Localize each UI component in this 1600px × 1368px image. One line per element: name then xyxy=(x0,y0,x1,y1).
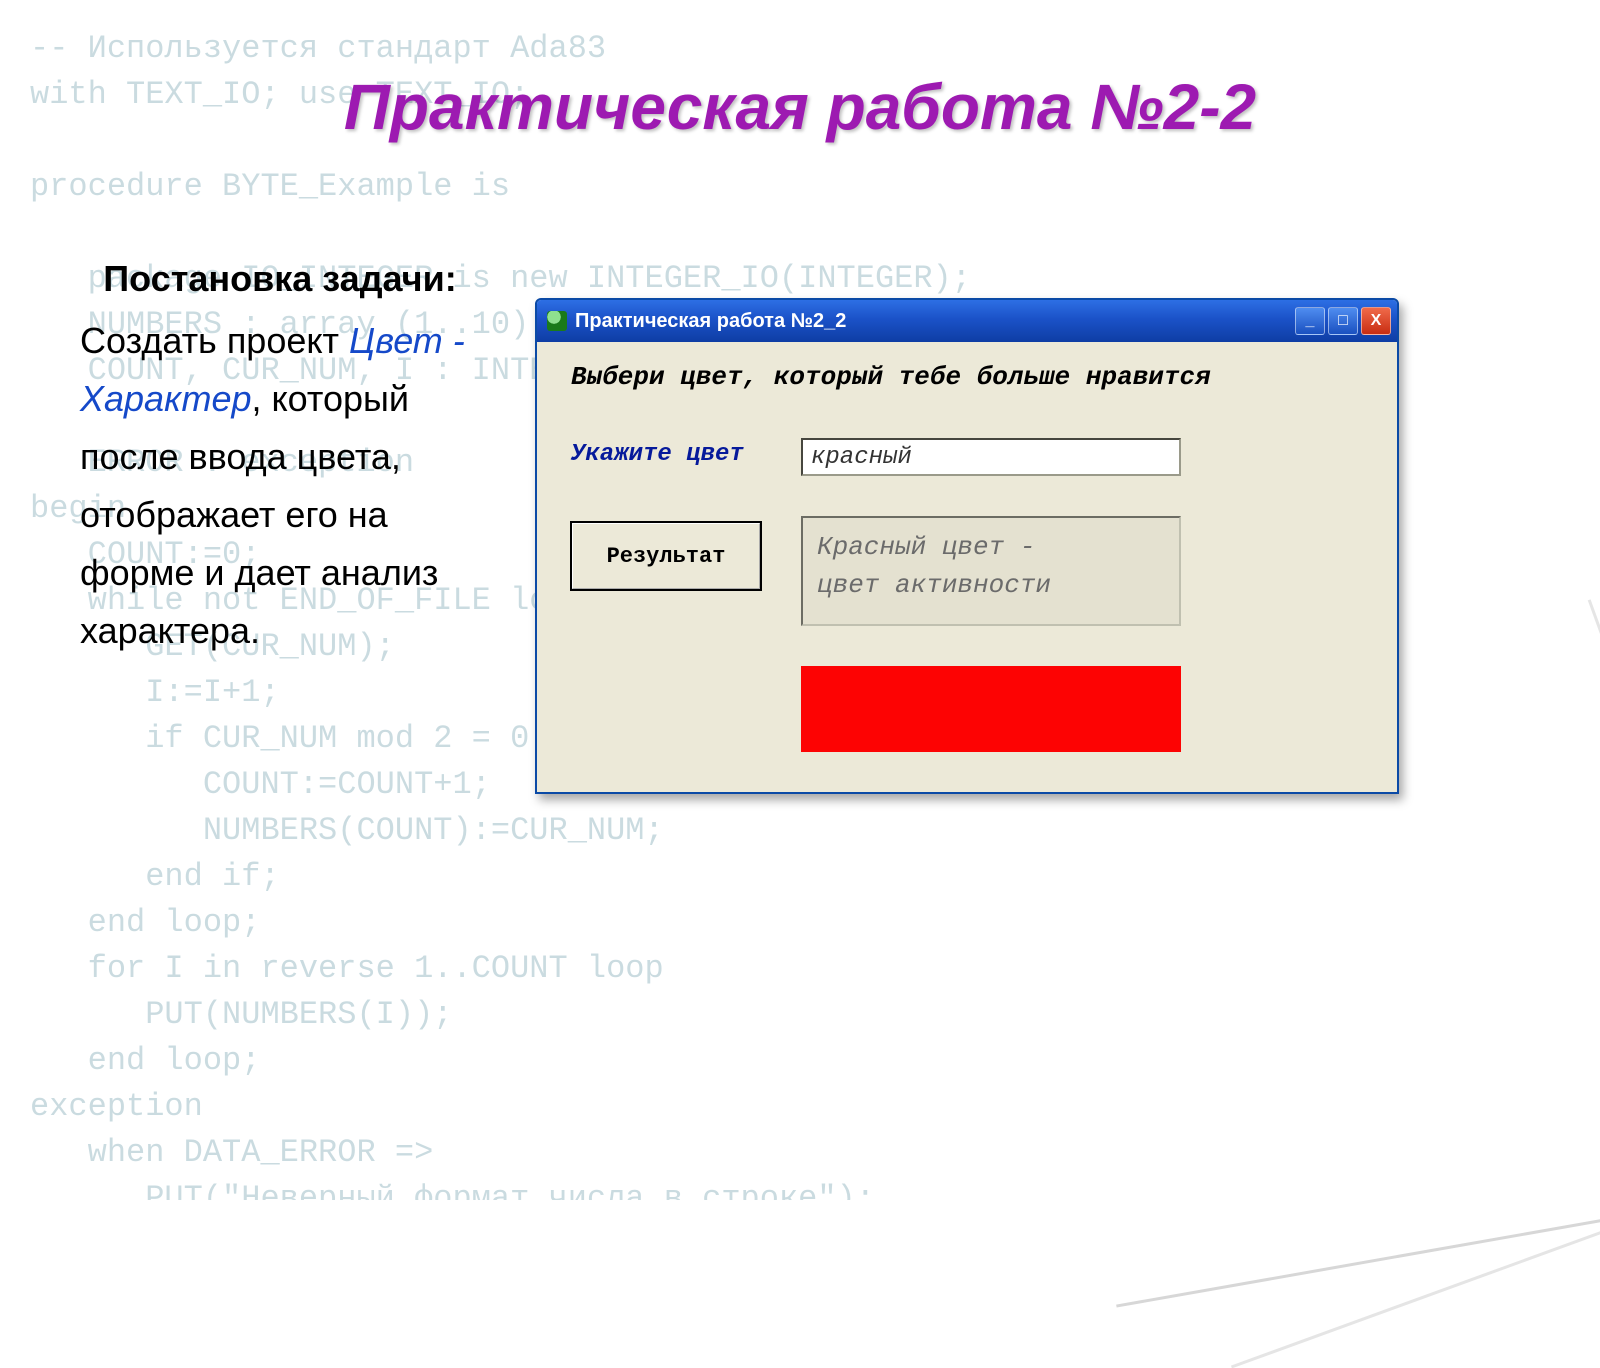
result-output: Красный цвет - цвет активности xyxy=(801,516,1181,626)
task-column: Постановка задачи: Создать проект Цвет -… xyxy=(80,250,480,660)
minimize-button[interactable]: _ xyxy=(1295,307,1325,335)
app-icon xyxy=(547,311,567,331)
window-titlebar[interactable]: Практическая работа №2_2 _ □ X xyxy=(537,300,1397,342)
window-body: Выбери цвет, который тебе больше нравитс… xyxy=(537,342,1397,792)
prompt-text: Выбери цвет, который тебе больше нравитс… xyxy=(571,362,1363,392)
task-heading: Постановка задачи: xyxy=(80,250,480,308)
maximize-button[interactable]: □ xyxy=(1328,307,1358,335)
color-swatch xyxy=(801,666,1181,752)
input-row: Укажите цвет xyxy=(571,438,1363,476)
result-button[interactable]: Результат xyxy=(571,522,761,590)
color-input[interactable] xyxy=(801,438,1181,476)
color-field-label: Укажите цвет xyxy=(571,438,801,468)
close-button[interactable]: X xyxy=(1361,307,1391,335)
app-window: Практическая работа №2_2 _ □ X Выбери цв… xyxy=(535,298,1399,794)
task-body: Создать проект Цвет - Характер, который … xyxy=(80,312,480,660)
result-row: Результат Красный цвет - цвет активности xyxy=(571,516,1363,626)
window-title: Практическая работа №2_2 xyxy=(575,310,1287,333)
window-buttons: _ □ X xyxy=(1295,307,1391,335)
slide-title: Практическая работа №2-2 xyxy=(0,70,1600,144)
task-body-pre: Создать проект xyxy=(80,320,349,361)
